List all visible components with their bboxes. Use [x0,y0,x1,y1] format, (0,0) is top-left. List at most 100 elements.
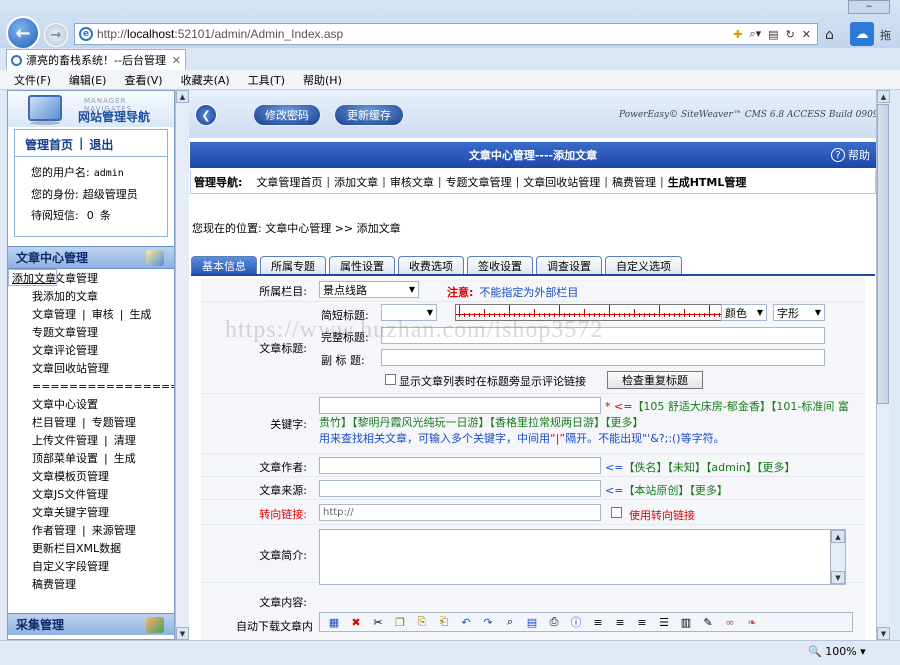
tab-survey[interactable]: 调查设置 [536,256,602,274]
undo-icon[interactable]: ↶ [458,616,474,629]
keyword-tag[interactable]: 【香格里拉常规两日游】 [490,416,606,429]
source-more-link[interactable]: 【更多】 [689,484,728,497]
keyword-tag[interactable]: 【黎明丹霞风光纯玩一日游】 [352,416,490,429]
refresh-icon[interactable]: ↻ [786,28,795,41]
nav-link[interactable]: 审核文章 [386,174,438,190]
scroll-down-icon[interactable]: ▼ [831,571,845,584]
author-tag[interactable]: 【admin】 [706,461,757,474]
align-right-icon[interactable]: ≡ [634,616,650,629]
tab-topic[interactable]: 所属专题 [260,256,326,274]
scroll-up-icon[interactable]: ▲ [831,530,845,543]
logout-link[interactable]: 退出 [89,136,113,153]
color-select[interactable]: 颜色 ▼ [721,304,767,321]
cut-icon[interactable]: ✂ [370,616,386,629]
source-input[interactable] [319,480,601,497]
menu-favorites[interactable]: 收藏夹(A) [181,72,230,88]
main-scroll-thumb[interactable] [877,104,889,404]
back-button[interactable]: ← [6,16,40,50]
menu-item[interactable]: 更新栏目XML数据 [8,539,174,557]
section-collection[interactable]: 采集管理 [8,613,174,635]
comment-link-checkbox[interactable] [385,374,396,385]
menu-item[interactable]: 作者管理 | 来源管理 [8,521,174,539]
menu-item[interactable]: 文章中心设置 [8,395,174,413]
justify-icon[interactable]: ☰ [656,616,672,629]
menu-item[interactable]: 自定义字段管理 [8,557,174,575]
nav-link[interactable]: 添加文章 [330,174,382,190]
address-bar[interactable]: e http://localhost:52101/admin/Admin_Ind… [74,23,818,45]
clear-format-icon[interactable]: ✎ [700,616,716,629]
menu-item[interactable]: 顶部菜单设置 | 生成 [8,449,174,467]
section-article-center[interactable]: 文章中心管理 [8,246,174,269]
home-icon[interactable]: ⌂ [825,27,841,43]
source-tag[interactable]: 【本站原创】 [623,484,689,497]
menu-item[interactable]: 专题文章管理 [8,323,174,341]
keyword-tag[interactable]: 【105 舒适大床房-郁金香】 [632,400,770,413]
author-more-link[interactable]: 【更多】 [757,461,796,474]
tab-basic[interactable]: 基本信息 [191,256,257,274]
cloud-icon[interactable]: ☁ [850,22,874,46]
cert-icon[interactable]: ▤ [768,28,778,41]
nav-link[interactable]: 文章管理首页 [252,174,326,190]
menu-tools[interactable]: 工具(T) [248,72,285,88]
author-tag[interactable]: 【未知】 [667,461,706,474]
intro-scrollbar[interactable]: ▲ ▼ [830,530,845,584]
nav-link[interactable]: 文章回收站管理 [519,174,604,190]
paste-text-icon[interactable]: ⎗ [436,615,452,629]
delete-icon[interactable]: ✖ [348,616,364,629]
home-link[interactable]: 管理首页 [25,136,73,153]
zoom-level[interactable]: 🔍 100% ▾ [808,645,866,658]
menu-item[interactable]: 稿费管理 [8,575,174,593]
nav-link[interactable]: 稿费管理 [608,174,660,190]
nav-link[interactable]: 专题文章管理 [442,174,516,190]
change-password-button[interactable]: 修改密码 [253,104,321,126]
keyword-more-link[interactable]: 【更多】 [605,416,644,429]
help-link[interactable]: ? 帮助 [831,147,870,163]
menu-item[interactable]: 文章JS文件管理 [8,485,174,503]
menu-item[interactable]: 添加文章 [8,269,57,286]
check-duplicate-button[interactable]: 检查重复标题 [607,371,703,389]
tab-close-icon[interactable]: ✕ [172,54,185,67]
author-tag[interactable]: 【佚名】 [623,461,667,474]
left-scrollbar[interactable]: ▲ ▼ [175,90,189,640]
link-icon[interactable]: ∞ [722,616,738,629]
tab-signin[interactable]: 签收设置 [467,256,533,274]
menu-view[interactable]: 查看(V) [124,72,162,88]
unlink-icon[interactable]: ❧ [744,616,760,629]
menu-item[interactable]: 文章管理 | 审核 | 生成 [8,305,174,323]
redo-icon[interactable]: ↷ [480,616,496,629]
intro-textarea[interactable] [319,529,846,585]
help-icon[interactable]: ⓘ [568,614,584,630]
align-center-icon[interactable]: ≡ [612,616,628,629]
author-input[interactable] [319,457,601,474]
align-left-icon[interactable]: ≡ [590,616,606,629]
redirect-checkbox[interactable] [611,507,622,518]
menu-file[interactable]: 文件(F) [14,72,51,88]
compat-icon[interactable]: ✚ [733,28,742,41]
select-all-icon[interactable]: ▦ [326,616,342,629]
search-icon[interactable]: ⌕▾ [749,27,761,41]
scroll-up-icon[interactable]: ▲ [877,90,890,103]
copy-icon[interactable]: ❐ [392,616,408,629]
subtitle-input[interactable] [381,349,825,366]
nav-link[interactable]: 生成HTML管理 [664,174,751,190]
menu-item[interactable]: 文章关键字管理 [8,503,174,521]
menu-edit[interactable]: 编辑(E) [69,72,107,88]
menu-item[interactable]: 文章评论管理 [8,341,174,359]
menu-item[interactable]: 我添加的文章 [8,287,174,305]
menu-item[interactable]: 栏目管理 | 专题管理 [8,413,174,431]
minimize-button[interactable]: − [848,0,890,14]
table-icon[interactable]: ▤ [524,616,540,629]
menu-help[interactable]: 帮助(H) [303,72,342,88]
scroll-down-icon[interactable]: ▼ [176,627,189,640]
tab-charge[interactable]: 收费选项 [398,256,464,274]
forward-button[interactable]: → [44,23,68,47]
scroll-up-icon[interactable]: ▲ [176,90,189,103]
menu-item[interactable]: 文章回收站管理 [8,359,174,377]
find-icon[interactable]: ⌕ [502,615,518,629]
indent-icon[interactable]: ▥ [678,616,694,629]
scroll-down-icon[interactable]: ▼ [877,627,890,640]
browser-tab[interactable]: 漂亮的畜栈系统！--后台管理 ✕ [6,49,186,70]
collapse-left-icon[interactable]: ❮ [195,104,217,126]
menu-item[interactable]: 文章模板页管理 [8,467,174,485]
column-select[interactable]: 景点线路 ▼ [319,281,419,298]
